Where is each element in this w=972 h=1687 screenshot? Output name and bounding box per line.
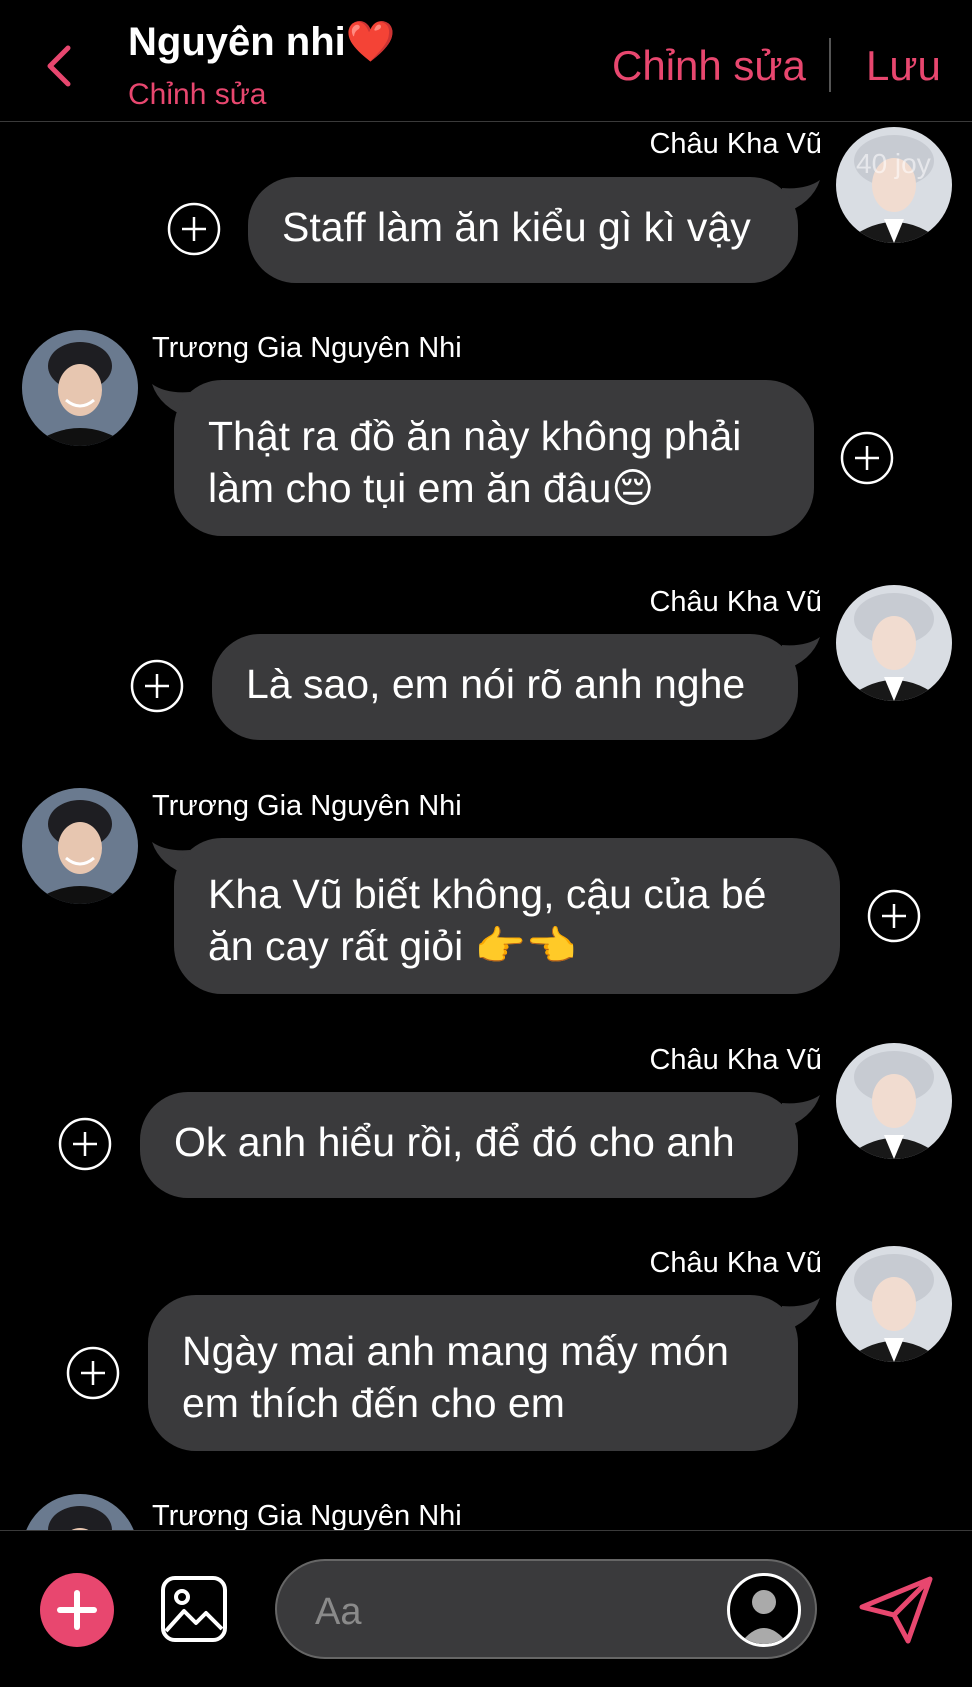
chat-header: Nguyên nhi❤️ Chỉnh sửa Chỉnh sửa Lưu: [0, 0, 972, 122]
watermark-text: 40 joy: [856, 148, 931, 179]
chat-title[interactable]: Nguyên nhi❤️: [128, 18, 396, 65]
header-divider: [829, 38, 831, 92]
message-bubble[interactable]: Kha Vũ biết không, cậu của bé ăn cay rất…: [174, 838, 840, 994]
back-chevron-icon[interactable]: [40, 42, 80, 90]
sender-name: Trương Gia Nguyên Nhi: [152, 1500, 462, 1532]
message-bubble[interactable]: Ok anh hiểu rồi, để đó cho anh: [140, 1092, 798, 1198]
avatar-chau-kha-vu[interactable]: [836, 585, 952, 701]
avatar-truong-gia-nguyen-nhi[interactable]: [22, 788, 138, 904]
sender-name: Trương Gia Nguyên Nhi: [152, 332, 462, 364]
add-reaction-icon[interactable]: [66, 1346, 120, 1400]
message-bubble[interactable]: Ngày mai anh mang mấy món em thích đến c…: [148, 1295, 798, 1451]
edit-button[interactable]: Chỉnh sửa: [612, 42, 806, 90]
message-bubble[interactable]: Thật ra đồ ăn này không phải làm cho tụi…: [174, 380, 814, 536]
chat-subtitle[interactable]: Chỉnh sửa: [128, 78, 267, 112]
message-bubble[interactable]: Staff làm ăn kiểu gì kì vậy: [248, 177, 798, 283]
composer-bar: Aa: [0, 1530, 972, 1687]
add-reaction-icon[interactable]: [867, 889, 921, 943]
avatar-chau-kha-vu[interactable]: [836, 1043, 952, 1159]
message-bubble[interactable]: Là sao, em nói rõ anh nghe: [212, 634, 798, 740]
sender-name: Châu Kha Vũ: [649, 128, 822, 160]
save-button[interactable]: Lưu: [866, 42, 941, 90]
message-input-placeholder: Aa: [315, 1591, 362, 1633]
sender-name: Châu Kha Vũ: [649, 1247, 822, 1279]
plus-icon: [57, 1590, 97, 1630]
image-icon[interactable]: [160, 1575, 228, 1643]
avatar-truong-gia-nguyen-nhi[interactable]: [22, 330, 138, 446]
avatar-chau-kha-vu[interactable]: [836, 1246, 952, 1362]
add-button[interactable]: [40, 1573, 114, 1647]
sender-name: Châu Kha Vũ: [649, 586, 822, 618]
sender-name: Châu Kha Vũ: [649, 1044, 822, 1076]
add-reaction-icon[interactable]: [58, 1117, 112, 1171]
avatar-chau-kha-vu[interactable]: [836, 127, 952, 243]
add-reaction-icon[interactable]: [840, 431, 894, 485]
add-reaction-icon[interactable]: [130, 659, 184, 713]
sender-name: Trương Gia Nguyên Nhi: [152, 790, 462, 822]
send-icon[interactable]: [858, 1575, 934, 1645]
add-reaction-icon[interactable]: [167, 202, 221, 256]
message-input[interactable]: Aa: [275, 1559, 817, 1659]
profile-avatar-icon[interactable]: [727, 1573, 801, 1647]
